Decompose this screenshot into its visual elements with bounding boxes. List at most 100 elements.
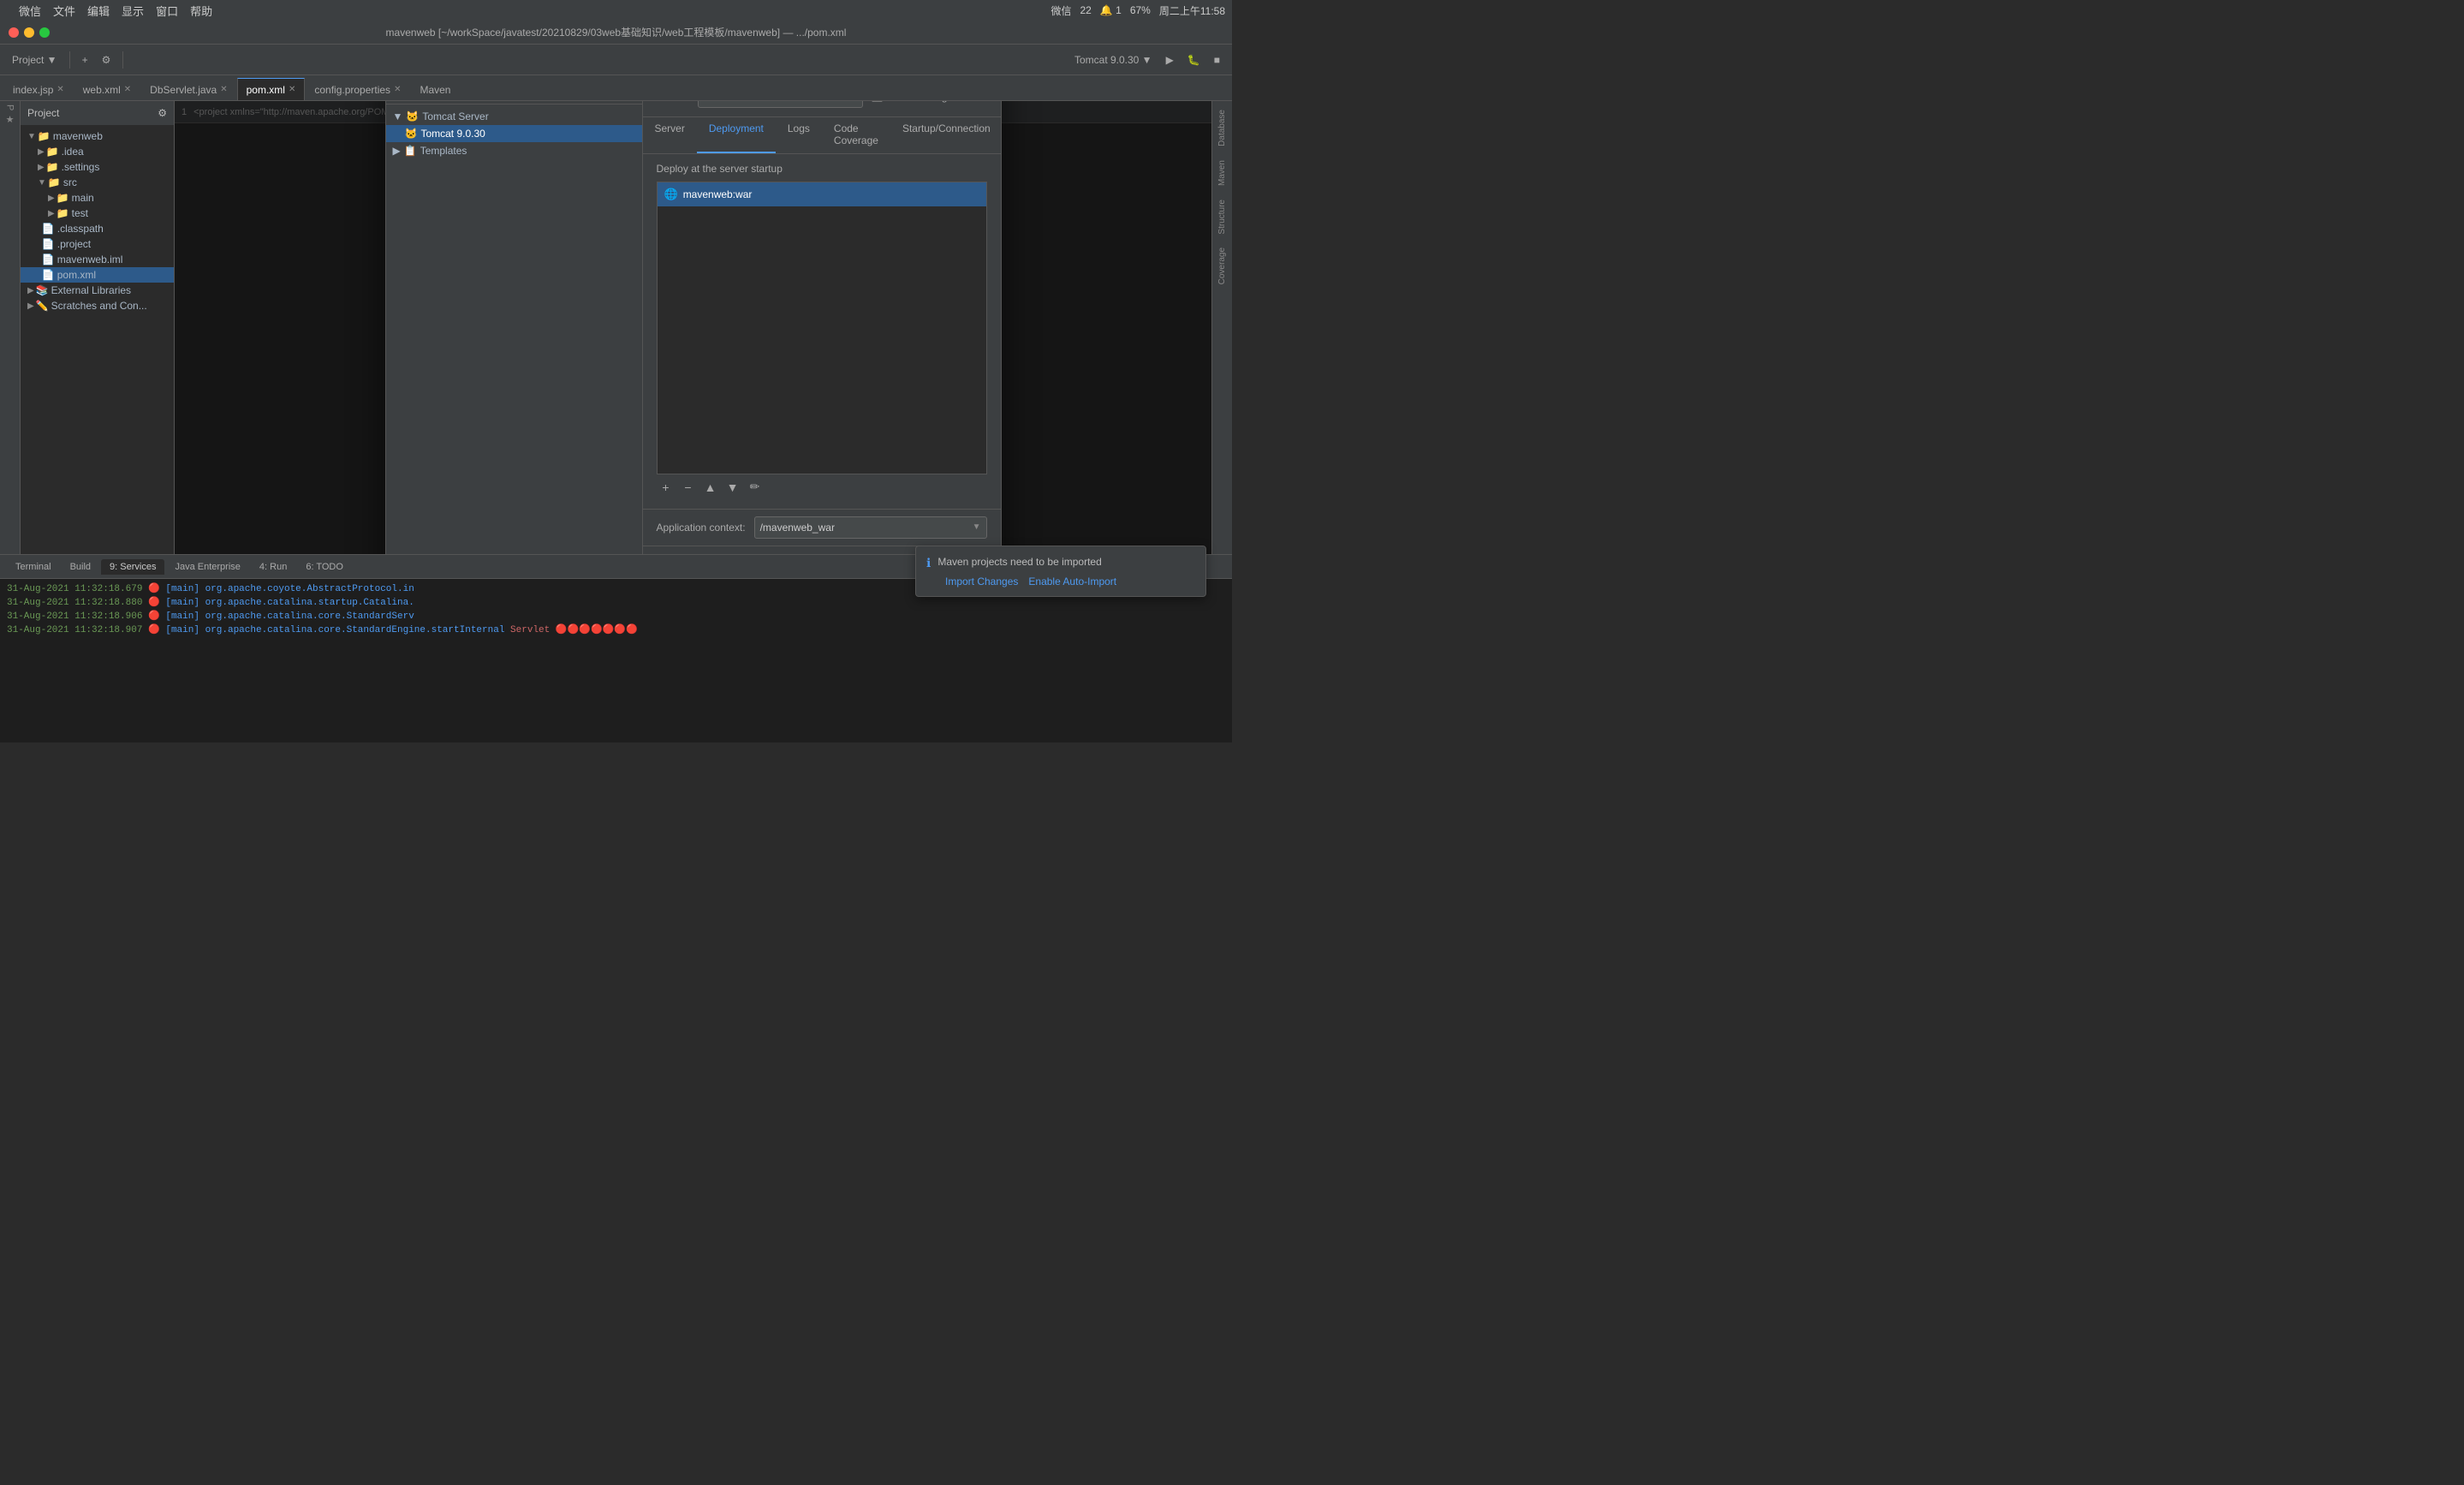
- stop-button[interactable]: ■: [1209, 52, 1225, 68]
- tree-icon-pom: 📄: [42, 269, 55, 281]
- project-panel-header: Project ⚙: [21, 101, 174, 125]
- tab-pom-xml[interactable]: pom.xml ✕: [237, 78, 306, 100]
- tab-index-jsp-label: index.jsp: [13, 84, 53, 96]
- add-file-btn[interactable]: +: [77, 52, 93, 68]
- menu-window[interactable]: 窗口: [156, 3, 178, 19]
- menubar-bell: 🔔 1: [1100, 4, 1122, 16]
- tab-config-properties[interactable]: config.properties ✕: [305, 78, 410, 100]
- menu-help[interactable]: 帮助: [190, 3, 212, 19]
- notification-header: ℹ Maven projects need to be imported: [926, 555, 1195, 570]
- bottom-tab-build[interactable]: Build: [62, 559, 99, 575]
- tab-web-xml[interactable]: web.xml ✕: [74, 78, 140, 100]
- tree-item-main[interactable]: ▶ 📁 main: [21, 190, 174, 206]
- menu-view[interactable]: 显示: [122, 3, 144, 19]
- tree-item-mavenweb[interactable]: ▼ 📁 mavenweb: [21, 128, 174, 144]
- menubar-battery: 67%: [1130, 4, 1151, 16]
- right-strip-database[interactable]: Database: [1217, 104, 1227, 152]
- menu-wechat[interactable]: 微信: [19, 3, 41, 19]
- menubar-time: 周二上午11:58: [1159, 3, 1225, 18]
- deploy-up-btn[interactable]: ▲: [701, 478, 720, 497]
- debug-button[interactable]: 🐛: [1182, 52, 1205, 68]
- modal-tree-templates[interactable]: ▶ 📋 Templates: [386, 142, 642, 159]
- tree-item-scratches[interactable]: ▶ ✏️ Scratches and Con...: [21, 298, 174, 313]
- tree-item-pom[interactable]: 📄 pom.xml: [21, 267, 174, 283]
- left-strip-favorites[interactable]: ★: [4, 114, 15, 125]
- bottom-tab-terminal[interactable]: Terminal: [7, 559, 60, 575]
- tree-item-test[interactable]: ▶ 📁 test: [21, 206, 174, 221]
- tree-icon-src: 📁: [48, 176, 61, 188]
- bottom-tab-java-enterprise[interactable]: Java Enterprise: [166, 559, 248, 575]
- bottom-tab-todo[interactable]: 6: TODO: [297, 559, 352, 575]
- share-question-icon[interactable]: ?: [980, 101, 986, 103]
- settings-btn[interactable]: ⚙: [97, 52, 116, 68]
- tree-item-iml[interactable]: 📄 mavenweb.iml: [21, 252, 174, 267]
- tab-startup-connection[interactable]: Startup/Connection: [890, 117, 1001, 153]
- deploy-toolbar: + − ▲ ▼ ✏: [657, 474, 987, 500]
- tree-icon-main: 📁: [57, 192, 69, 204]
- enable-auto-import-link[interactable]: Enable Auto-Import: [1028, 576, 1116, 587]
- titlebar: mavenweb [~/workSpace/javatest/20210829/…: [0, 21, 1232, 45]
- tree-item-project-file[interactable]: 📄 .project: [21, 236, 174, 252]
- deploy-add-btn[interactable]: +: [657, 478, 676, 497]
- menu-file[interactable]: 文件: [53, 3, 75, 19]
- import-changes-link[interactable]: Import Changes: [945, 576, 1018, 587]
- deploy-item-war-label: mavenweb:war: [683, 188, 753, 200]
- log-line-2: 31-Aug-2021 11:32:18.880 🔴 [main] org.ap…: [7, 596, 1225, 608]
- tab-pom-xml-label: pom.xml: [247, 84, 285, 96]
- bottom-tab-run[interactable]: 4: Run: [251, 559, 295, 575]
- share-vcs-checkbox[interactable]: [872, 101, 883, 102]
- notification-text: Maven projects need to be imported: [937, 555, 1195, 570]
- tree-arrow-ext-libs: ▶: [27, 286, 34, 295]
- project-dropdown[interactable]: Project ▼: [7, 52, 62, 68]
- deploy-remove-btn[interactable]: −: [679, 478, 698, 497]
- deploy-edit-btn[interactable]: ✏: [746, 478, 765, 497]
- menu-edit[interactable]: 编辑: [87, 3, 110, 19]
- deploy-item-war[interactable]: 🌐 mavenweb:war: [658, 182, 986, 206]
- app-context-input[interactable]: /mavenweb_war ▼: [754, 516, 987, 539]
- tree-item-idea[interactable]: ▶ 📁 .idea: [21, 144, 174, 159]
- tab-pom-xml-close[interactable]: ✕: [289, 85, 295, 94]
- modal-config-tree: ▼ 🐱 Tomcat Server 🐱 Tomcat 9.0.30: [386, 104, 642, 555]
- tab-code-coverage[interactable]: Code Coverage: [822, 117, 890, 153]
- tab-config-close[interactable]: ✕: [394, 85, 401, 94]
- right-strip-structure[interactable]: Structure: [1217, 194, 1227, 240]
- tree-arrow-scratches: ▶: [27, 301, 34, 311]
- tab-dbservlet[interactable]: DbServlet.java ✕: [140, 78, 236, 100]
- maximize-window-button[interactable]: [39, 27, 50, 38]
- right-strip-coverage[interactable]: Coverage: [1217, 242, 1227, 289]
- tree-item-ext-libs[interactable]: ▶ 📚 External Libraries: [21, 283, 174, 298]
- right-strip-maven[interactable]: Maven: [1217, 155, 1227, 191]
- modal-tree-tomcat-930[interactable]: 🐱 Tomcat 9.0.30: [386, 125, 642, 142]
- tree-icon-settings: 📁: [46, 161, 59, 173]
- tab-index-jsp[interactable]: index.jsp ✕: [3, 78, 74, 100]
- minimize-window-button[interactable]: [24, 27, 34, 38]
- modal-name-row: Name: Share through VCS ?: [643, 101, 1001, 117]
- project-panel-settings[interactable]: ⚙: [158, 107, 167, 119]
- tab-dbservlet-close[interactable]: ✕: [220, 85, 227, 94]
- tab-maven[interactable]: Maven: [410, 78, 460, 100]
- tab-web-xml-close[interactable]: ✕: [124, 85, 131, 94]
- run-button[interactable]: ▶: [1161, 52, 1179, 68]
- bottom-tab-services[interactable]: 9: Services: [101, 559, 164, 575]
- modal-tree-tomcat-server[interactable]: ▼ 🐱 Tomcat Server: [386, 108, 642, 125]
- tab-index-jsp-close[interactable]: ✕: [57, 85, 63, 94]
- tab-logs[interactable]: Logs: [776, 117, 822, 153]
- app-context-value: /mavenweb_war: [760, 522, 835, 534]
- tab-server[interactable]: Server: [643, 117, 697, 153]
- toolbar-sep-2: [122, 51, 123, 69]
- left-strip: P ★: [0, 101, 21, 554]
- left-strip-project[interactable]: P: [5, 104, 15, 110]
- menubar: 微信 文件 编辑 显示 窗口 帮助 微信 22 🔔 1 67% 周二上午11:5…: [0, 0, 1232, 21]
- tree-item-classpath[interactable]: 📄 .classpath: [21, 221, 174, 236]
- main-toolbar: Project ▼ + ⚙ Tomcat 9.0.30 ▼ ▶ 🐛 ■: [0, 45, 1232, 75]
- tree-arrow-test: ▶: [48, 209, 55, 218]
- run-config-dropdown[interactable]: Tomcat 9.0.30 ▼: [1069, 52, 1158, 68]
- deploy-down-btn[interactable]: ▼: [723, 478, 742, 497]
- tab-deployment[interactable]: Deployment: [697, 117, 776, 153]
- tree-item-settings[interactable]: ▶ 📁 .settings: [21, 159, 174, 175]
- modal-body: + − ⧉ ⚙ ↕ ☰ 📁 ≡: [386, 101, 1001, 554]
- notification-info-icon: ℹ: [926, 556, 931, 570]
- name-input[interactable]: [698, 101, 863, 108]
- close-window-button[interactable]: [9, 27, 19, 38]
- tree-item-src[interactable]: ▼ 📁 src: [21, 175, 174, 190]
